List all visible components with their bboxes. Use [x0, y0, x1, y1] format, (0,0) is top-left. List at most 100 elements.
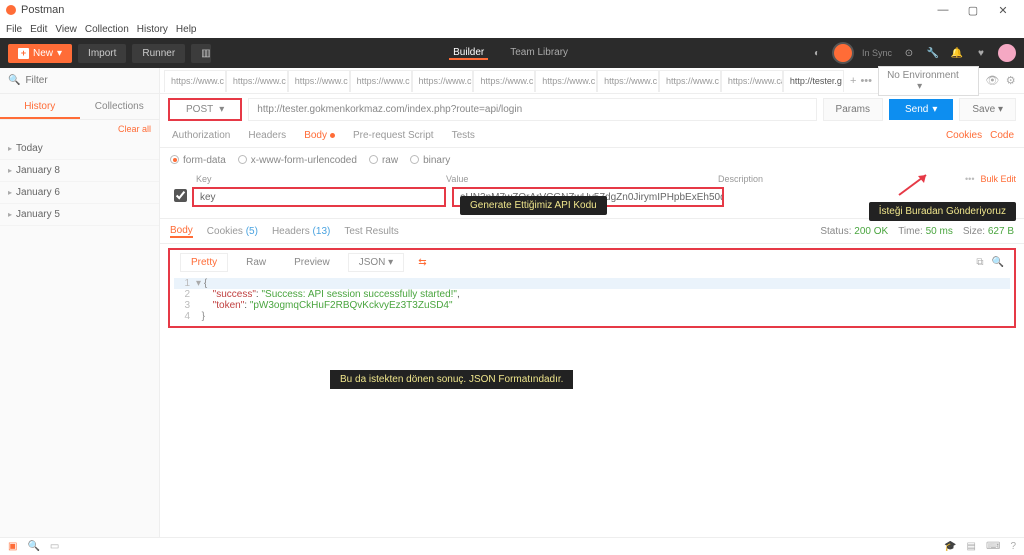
chevron-right-icon: ▸ — [8, 210, 12, 219]
open-button[interactable]: ▥ — [191, 44, 211, 63]
menu-edit[interactable]: Edit — [30, 24, 47, 35]
params-button[interactable]: Params — [823, 98, 883, 121]
menu-history[interactable]: History — [137, 24, 168, 35]
clear-all-link[interactable]: Clear all — [0, 120, 159, 138]
wrap-lines-icon[interactable]: ⇆ — [418, 257, 426, 268]
request-tab-active[interactable]: http://tester.g — [783, 70, 844, 92]
postman-logo-icon — [6, 5, 16, 15]
subtab-body[interactable]: Body — [302, 130, 337, 141]
col-description: Description — [718, 174, 965, 184]
resp-tab-cookies[interactable]: Cookies (5) — [207, 226, 258, 237]
resp-tab-tests[interactable]: Test Results — [344, 226, 398, 237]
request-tab[interactable]: https://www.c — [535, 70, 597, 92]
radio-form-data[interactable]: form-data — [170, 155, 226, 166]
request-url-input[interactable] — [248, 98, 816, 121]
chevron-down-icon: ▾ — [219, 104, 224, 115]
filter-input[interactable] — [25, 75, 157, 86]
search-response-icon[interactable]: 🔍 — [992, 257, 1004, 268]
close-button[interactable]: ✕ — [988, 4, 1018, 17]
description-input[interactable] — [724, 195, 1016, 199]
viewer-preview[interactable]: Preview — [284, 254, 340, 271]
request-tab[interactable]: https://www.c — [164, 70, 226, 92]
subtab-headers[interactable]: Headers — [246, 130, 288, 141]
notifications-icon[interactable]: 🔔 — [950, 46, 964, 60]
minimize-button[interactable]: — — [928, 4, 958, 16]
radio-binary[interactable]: binary — [410, 155, 450, 166]
bulk-edit-link[interactable]: Bulk Edit — [980, 174, 1016, 184]
menu-view[interactable]: View — [55, 24, 77, 35]
help-icon[interactable]: ? — [1010, 541, 1016, 552]
maximize-button[interactable]: ▢ — [958, 4, 988, 17]
subtab-authorization[interactable]: Authorization — [170, 130, 232, 141]
history-group[interactable]: ▸January 8 — [0, 160, 159, 182]
settings-icon[interactable]: 🔧 — [926, 46, 940, 60]
request-tab[interactable]: https://www.c — [659, 70, 721, 92]
row-checkbox[interactable] — [174, 189, 187, 202]
menu-collection[interactable]: Collection — [85, 24, 129, 35]
find-icon[interactable]: 🔍 — [27, 541, 39, 552]
import-button[interactable]: Import — [78, 44, 126, 63]
response-body[interactable]: 1▾ { 2 "success": "Success: API session … — [168, 274, 1016, 328]
tab-team-library[interactable]: Team Library — [506, 47, 572, 60]
menu-help[interactable]: Help — [176, 24, 197, 35]
request-tab[interactable]: https://www.c — [412, 70, 474, 92]
history-group-today[interactable]: ▸Today — [0, 138, 159, 160]
sidebar-tab-history[interactable]: History — [0, 94, 80, 119]
user-avatar[interactable] — [998, 44, 1016, 62]
request-tab[interactable]: https://www.c — [226, 70, 288, 92]
http-method-select[interactable]: POST ▾ — [168, 98, 242, 121]
code-link[interactable]: Code — [990, 130, 1014, 141]
fold-icon[interactable]: ▾ — [196, 278, 201, 289]
request-tab[interactable]: https://www.carme — [721, 70, 783, 92]
body-type-options: form-data x-www-form-urlencoded raw bina… — [160, 148, 1024, 172]
heart-icon[interactable]: ♥ — [974, 46, 988, 60]
subtab-tests[interactable]: Tests — [450, 130, 477, 141]
resp-tab-body[interactable]: Body — [170, 225, 193, 238]
capture-icon[interactable]: ⊙ — [902, 46, 916, 60]
subtab-prerequest[interactable]: Pre-request Script — [351, 130, 436, 141]
copy-icon[interactable]: ⧉ — [976, 257, 983, 268]
viewer-pretty[interactable]: Pretty — [180, 253, 228, 272]
response-viewer-controls: Pretty Raw Preview JSON ▾ ⇆ ⧉ 🔍 — [168, 248, 1016, 274]
key-input[interactable]: key — [192, 187, 446, 207]
sidebar-toggle-icon[interactable]: ▣ — [8, 541, 17, 552]
chevron-right-icon: ▸ — [8, 188, 12, 197]
keyboard-icon[interactable]: ⌨ — [986, 541, 1000, 552]
chevron-right-icon: ▸ — [8, 144, 12, 153]
history-group[interactable]: ▸January 5 — [0, 204, 159, 226]
viewer-format-select[interactable]: JSON ▾ — [348, 253, 404, 272]
status-value: 200 OK — [854, 226, 888, 237]
quicklook-icon[interactable]: 👁 — [985, 73, 999, 89]
request-tab[interactable]: https://www.c — [597, 70, 659, 92]
sidebar: 🔍 History Collections Clear all ▸Today ▸… — [0, 68, 160, 537]
environment-select[interactable]: No Environment ▾ — [878, 66, 979, 96]
more-icon[interactable]: ••• — [965, 174, 974, 184]
request-tab[interactable]: https://www.c — [288, 70, 350, 92]
layout-icon[interactable]: ▤ — [967, 541, 976, 552]
resp-tab-headers[interactable]: Headers (13) — [272, 226, 330, 237]
request-tab[interactable]: https://www.c — [473, 70, 535, 92]
tabs-menu-button[interactable]: ••• — [860, 75, 872, 87]
manage-env-icon[interactable]: ⚙ — [1005, 73, 1016, 89]
cookies-link[interactable]: Cookies — [946, 130, 982, 141]
sync-avatar[interactable] — [834, 44, 852, 62]
radio-urlencoded[interactable]: x-www-form-urlencoded — [238, 155, 357, 166]
save-button[interactable]: Save ▾ — [959, 98, 1016, 121]
console-icon[interactable]: ▭ — [50, 541, 59, 552]
send-button[interactable]: Send▾ — [889, 99, 953, 120]
sync-icon[interactable]: ◐ — [810, 46, 824, 60]
add-tab-button[interactable]: + — [850, 75, 856, 87]
menu-file[interactable]: File — [6, 24, 22, 35]
request-tab[interactable]: https://www.c — [350, 70, 412, 92]
sync-label: In Sync — [862, 48, 892, 58]
statusbar: ▣ 🔍 ▭ 🎓 ▤ ⌨ ? — [0, 537, 1024, 555]
radio-raw[interactable]: raw — [369, 155, 398, 166]
runner-button[interactable]: Runner — [132, 44, 185, 63]
new-button[interactable]: + New ▾ — [8, 44, 72, 63]
sidebar-tab-collections[interactable]: Collections — [80, 94, 160, 119]
chevron-down-icon: ▾ — [917, 81, 922, 92]
viewer-raw[interactable]: Raw — [236, 254, 276, 271]
bootcamp-icon[interactable]: 🎓 — [944, 541, 956, 552]
tab-builder[interactable]: Builder — [449, 47, 488, 60]
history-group[interactable]: ▸January 6 — [0, 182, 159, 204]
